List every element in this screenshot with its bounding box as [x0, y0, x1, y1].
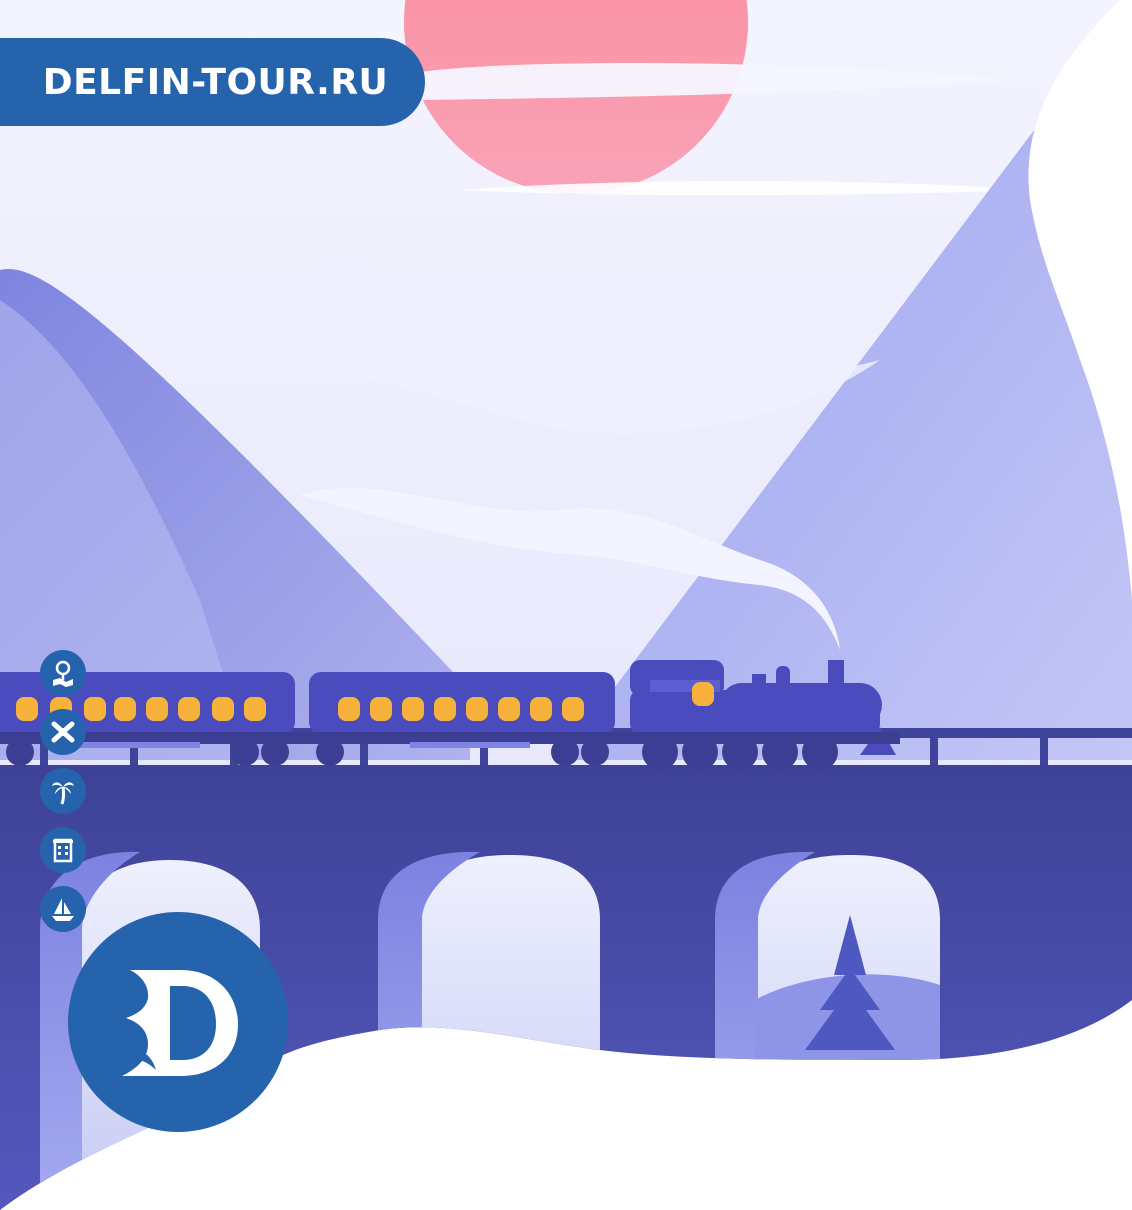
travel-illustration: DELFIN-TOUR.RU	[0, 0, 1132, 1210]
site-domain-badge[interactable]: DELFIN-TOUR.RU	[0, 38, 425, 126]
delfin-logo[interactable]	[68, 912, 288, 1132]
airplane-icon[interactable]	[40, 709, 86, 755]
hotel-icon[interactable]	[40, 827, 86, 873]
palm-tree-icon[interactable]	[40, 768, 86, 814]
map-pin-icon[interactable]	[40, 650, 86, 696]
sailboat-icon[interactable]	[40, 886, 86, 932]
logo-letter-d-icon	[122, 970, 238, 1076]
